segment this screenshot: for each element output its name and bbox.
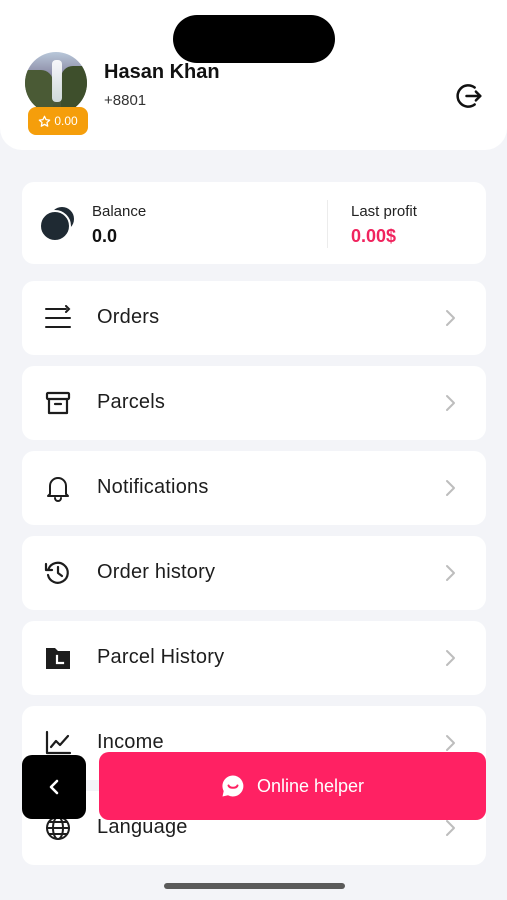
menu-item-parcel-history[interactable]: Parcel History <box>22 621 486 695</box>
bell-icon <box>44 474 72 502</box>
online-helper-label: Online helper <box>256 775 365 796</box>
user-phone: +8801 <box>104 92 147 109</box>
chevron-left-icon <box>49 779 59 795</box>
dynamic-island <box>173 15 335 63</box>
list-icon <box>44 304 72 332</box>
coins-icon <box>39 205 76 242</box>
rating-value: 0.00 <box>54 114 78 128</box>
balance-label: Balance <box>92 203 147 220</box>
profile-header: 0.00 Hasan Khan +8801 <box>0 0 507 150</box>
menu-label-orders: Orders <box>97 306 160 328</box>
chevron-right-icon <box>446 650 455 666</box>
avatar[interactable] <box>25 52 87 114</box>
menu-label-notifications: Notifications <box>97 476 209 498</box>
menu-label-order-history: Order history <box>97 561 216 583</box>
chevron-right-icon <box>446 310 455 326</box>
chevron-right-icon <box>446 735 455 751</box>
user-name: Hasan Khan <box>104 61 220 83</box>
star-icon <box>39 115 51 127</box>
chevron-right-icon <box>446 480 455 496</box>
back-button[interactable] <box>22 755 86 819</box>
chevron-right-icon <box>446 820 455 836</box>
chart-line-icon <box>44 729 72 757</box>
balance-card: Balance 0.0 Last profit 0.00$ <box>22 182 486 264</box>
chat-bubble-icon <box>222 775 244 797</box>
menu-label-income: Income <box>97 731 164 753</box>
balance-value: 0.0 <box>92 226 118 246</box>
menu-item-order-history[interactable]: Order history <box>22 536 486 610</box>
archive-box-icon <box>44 389 72 417</box>
menu-label-parcel-history: Parcel History <box>97 646 225 668</box>
history-icon <box>44 559 72 587</box>
menu-item-notifications[interactable]: Notifications <box>22 451 486 525</box>
menu-item-parcels[interactable]: Parcels <box>22 366 486 440</box>
menu-label-parcels: Parcels <box>97 391 166 413</box>
logout-icon <box>456 84 482 108</box>
chevron-right-icon <box>446 395 455 411</box>
home-indicator <box>164 883 345 889</box>
last-profit-value: 0.00$ <box>351 226 397 246</box>
balance-divider <box>327 200 328 248</box>
chevron-right-icon <box>446 565 455 581</box>
folder-clock-icon <box>44 644 72 672</box>
menu-item-orders[interactable]: Orders <box>22 281 486 355</box>
last-profit-label: Last profit <box>351 203 417 220</box>
logout-button[interactable] <box>453 80 485 112</box>
online-helper-button[interactable]: Online helper <box>99 752 486 820</box>
rating-badge: 0.00 <box>28 107 88 135</box>
